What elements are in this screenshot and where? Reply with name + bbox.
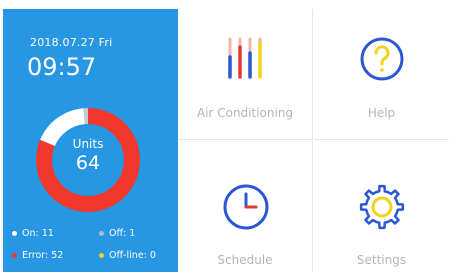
air-conditioning-icon bbox=[228, 37, 262, 79]
air-conditioning-label: Air Conditioning bbox=[196, 106, 294, 120]
legend-on-label: On: 11 bbox=[22, 228, 54, 239]
schedule-label: Schedule bbox=[217, 253, 273, 267]
settings-label: Settings bbox=[356, 253, 407, 267]
units-total: 64 bbox=[75, 152, 101, 174]
legend-offline: Off-line: 0 bbox=[99, 250, 156, 261]
legend-off: Off: 1 bbox=[99, 228, 135, 239]
legend-error-dot bbox=[12, 253, 17, 258]
home-screen: 2018.07.27 Fri 09:57 Units 64 On: 11 Off… bbox=[3, 9, 449, 272]
air-conditioning-button[interactable]: Air Conditioning bbox=[178, 9, 313, 140]
settings-button[interactable]: Settings bbox=[314, 141, 449, 272]
schedule-button[interactable]: Schedule bbox=[178, 141, 313, 272]
status-panel: 2018.07.27 Fri 09:57 Units 64 On: 11 Off… bbox=[3, 9, 178, 272]
time-label: 09:57 bbox=[27, 53, 97, 81]
menu-grid: Air Conditioning Help Schedule Settings bbox=[178, 9, 449, 272]
legend-off-dot bbox=[99, 231, 104, 236]
legend-offline-label: Off-line: 0 bbox=[109, 250, 156, 261]
help-button[interactable]: Help bbox=[314, 9, 449, 140]
legend-on: On: 11 bbox=[12, 228, 54, 239]
legend-off-label: Off: 1 bbox=[109, 228, 136, 239]
help-icon bbox=[360, 37, 404, 81]
units-label: Units bbox=[72, 137, 104, 151]
help-label: Help bbox=[367, 106, 396, 120]
gear-icon bbox=[359, 184, 405, 230]
legend-offline-dot bbox=[99, 253, 104, 258]
legend-error: Error: 52 bbox=[12, 250, 63, 261]
date-label: 2018.07.27 Fri bbox=[30, 36, 113, 49]
legend-error-label: Error: 52 bbox=[22, 250, 64, 261]
clock-icon bbox=[223, 184, 269, 230]
legend-on-dot bbox=[12, 231, 17, 236]
